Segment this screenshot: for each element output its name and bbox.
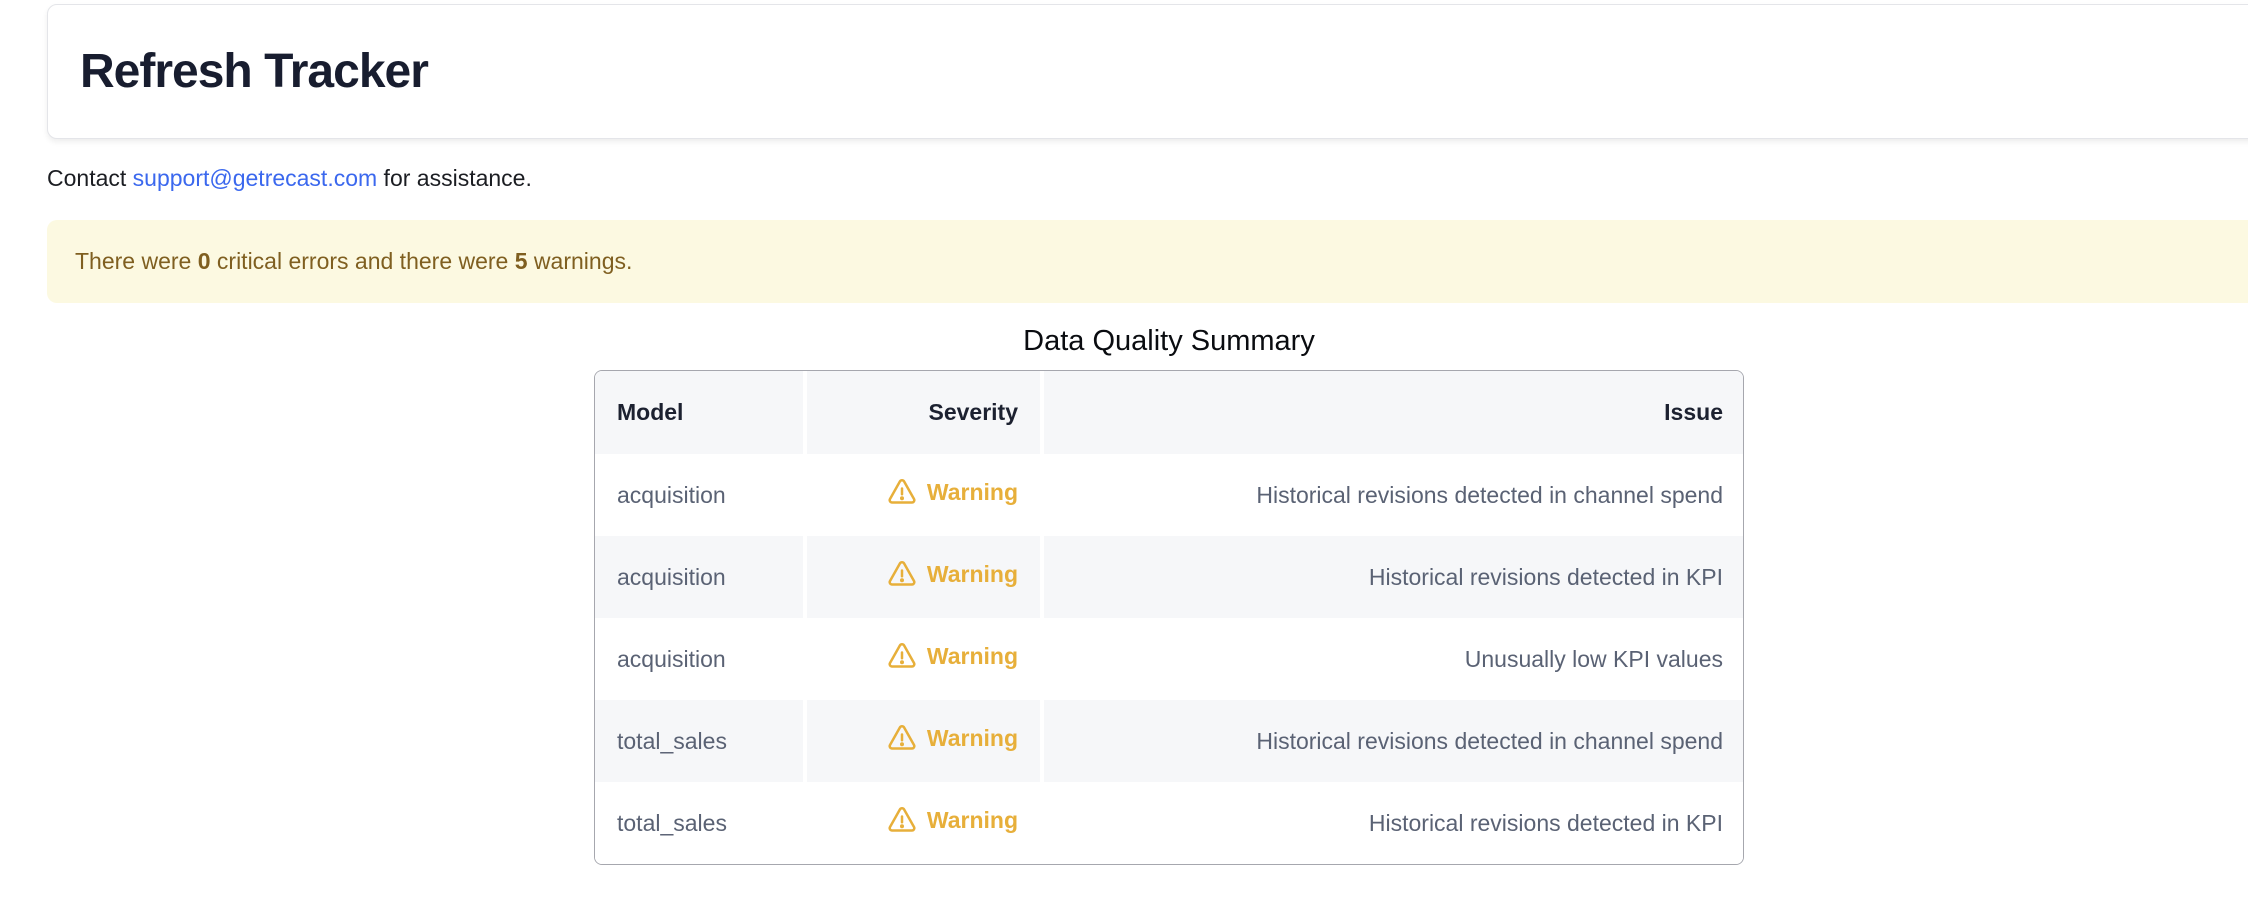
table-row: acquisition Warning Unusually low KPI va… [595,618,1744,700]
page: Refresh Tracker Contact support@getrecas… [47,4,2248,865]
table-row: acquisition Warning Historical revisions… [595,536,1744,618]
warning-count: 5 [515,248,528,274]
severity-cell: Warning [803,700,1040,782]
data-quality-summary-section: Data Quality Summary Model Severity Issu… [47,325,2248,865]
issue-cell: Unusually low KPI values [1040,618,1744,700]
issue-cell: Historical revisions detected in KPI [1040,782,1744,864]
banner-message: There were 0 critical errors and there w… [75,248,632,275]
warning-banner: There were 0 critical errors and there w… [47,220,2248,303]
header-card: Refresh Tracker [47,4,2248,139]
support-email-link[interactable]: support@getrecast.com [133,165,378,191]
model-cell: acquisition [595,618,803,700]
severity-label: Warning [927,807,1018,834]
warning-triangle-icon [887,805,917,835]
severity-cell: Warning [803,454,1040,536]
severity-label: Warning [927,725,1018,752]
table-row: total_sales Warning Historical revisions… [595,782,1744,864]
severity-label: Warning [927,479,1018,506]
severity-cell: Warning [803,618,1040,700]
contact-text-prefix: Contact [47,165,133,191]
column-header-issue: Issue [1040,371,1744,454]
model-cell: acquisition [595,454,803,536]
critical-error-count: 0 [198,248,211,274]
page-title: Refresh Tracker [80,44,428,99]
issue-cell: Historical revisions detected in KPI [1040,536,1744,618]
contact-line: Contact support@getrecast.com for assist… [47,165,2248,192]
model-cell: acquisition [595,536,803,618]
table-row: acquisition Warning Historical revisions… [595,454,1744,536]
issue-cell: Historical revisions detected in channel… [1040,454,1744,536]
table-header-row: Model Severity Issue [595,371,1744,454]
warning-triangle-icon [887,477,917,507]
data-quality-table: Model Severity Issue acquisition Warning… [594,370,1744,865]
warning-triangle-icon [887,723,917,753]
column-header-severity: Severity [803,371,1040,454]
issue-cell: Historical revisions detected in channel… [1040,700,1744,782]
column-header-model: Model [595,371,803,454]
severity-cell: Warning [803,536,1040,618]
warning-triangle-icon [887,641,917,671]
severity-label: Warning [927,561,1018,588]
warning-triangle-icon [887,559,917,589]
table-title: Data Quality Summary [47,325,2248,358]
model-cell: total_sales [595,700,803,782]
contact-text-suffix: for assistance. [377,165,532,191]
model-cell: total_sales [595,782,803,864]
severity-label: Warning [927,643,1018,670]
severity-cell: Warning [803,782,1040,864]
table-row: total_sales Warning Historical revisions… [595,700,1744,782]
